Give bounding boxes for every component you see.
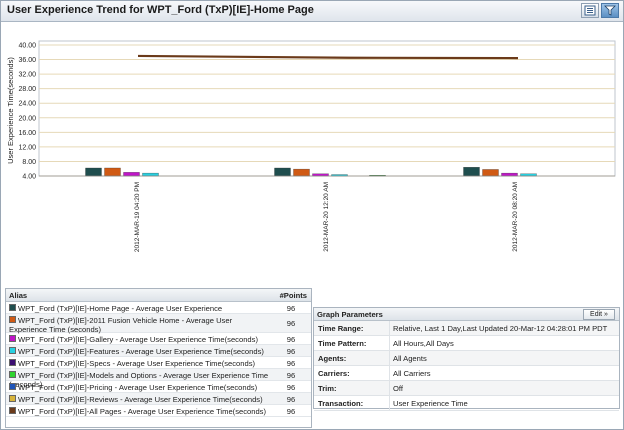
y-tick-label: 24.00 [18,101,36,108]
column-divider [389,351,390,365]
x-tick-label: 2012-MAR-20 12:20 AM [323,182,330,252]
points-value: 96 [286,383,296,392]
column-divider [389,336,390,350]
alias-column-header: Alias [9,291,28,300]
filter-icon [604,5,616,16]
plot-area [38,40,616,177]
parameter-key: Time Pattern: [318,339,367,348]
alias-table: Alias #Points WPT_Ford (TxP)[IE]-Home Pa… [5,288,312,428]
bar [463,167,480,177]
alias-label: WPT_Ford (TxP)[IE]-2011 Fusion Vehicle H… [9,315,233,334]
filter-button[interactable] [601,3,619,18]
bar [293,168,310,177]
y-tick-label: 12.00 [18,144,36,151]
bar [274,167,291,177]
x-tick-label: 2012-MAR-20 08:20 AM [512,182,519,252]
parameter-key: Trim: [318,384,337,393]
bar [482,169,499,177]
points-value: 96 [286,359,296,368]
parameter-row: Transaction: User Experience Time [314,396,619,411]
y-tick-label: 32.00 [18,72,36,79]
parameter-key: Agents: [318,354,347,363]
points-value: 96 [286,395,296,404]
graph-parameters-panel: Graph Parameters Edit » Time Range: Relat… [313,307,620,411]
parameter-key: Transaction: [318,399,364,408]
parameter-value: Relative, Last 1 Day,Last Updated 20-Mar… [393,324,608,333]
bar [142,172,159,177]
alias-row[interactable]: WPT_Ford (TxP)[IE]-Pricing - Average Use… [6,381,311,393]
report-window: User Experience Trend for WPT_Ford (TxP)… [0,0,624,430]
parameter-row: Time Range: Relative, Last 1 Day,Last Upd… [314,321,619,336]
points-value: 96 [286,407,296,416]
parameter-row: Agents: All Agents [314,351,619,366]
points-value: 96 [286,335,296,344]
points-value: 96 [286,371,296,380]
graph-parameters-header: Graph Parameters Edit » [314,308,619,321]
points-value: 96 [286,347,296,356]
y-tick-label: 28.00 [18,86,36,93]
parameter-value: Off [393,384,403,393]
bar [104,167,121,177]
y-tick-label: 40.00 [18,43,36,50]
y-tick-label: 20.00 [18,115,36,122]
trend-chart: 40.00 36.00 32.00 28.00 24.00 20.00 16.00 12.00… [6,40,616,252]
column-divider [389,321,390,335]
y-tick-label: 4.00 [22,174,36,181]
list-icon [584,5,596,16]
alias-row[interactable]: WPT_Ford (TxP)[IE]-Reviews - Average Use… [6,393,311,405]
bar [501,172,518,177]
window-title: User Experience Trend for WPT_Ford (TxP)… [7,4,314,16]
alias-label: WPT_Ford (TxP)[IE]-Specs - Average User … [18,358,256,368]
list-view-button[interactable] [581,3,599,18]
bar [85,167,102,177]
alias-label: WPT_Ford (TxP)[IE]-Features - Average Us… [18,346,264,356]
alias-row[interactable]: WPT_Ford (TxP)[IE]-Features - Average Us… [6,345,311,357]
parameter-value: All Agents [393,354,427,363]
parameter-key: Time Range: [318,324,364,333]
alias-row[interactable]: WPT_Ford (TxP)[IE]-Models and Options - … [6,369,311,389]
x-tick-label: 2012-MAR-19 04:20 PM [134,182,141,252]
alias-label: WPT_Ford (TxP)[IE]-Pricing - Average Use… [18,382,258,392]
parameter-row: Carriers: All Carriers [314,366,619,381]
y-axis-label: User Experience Time(seconds) [6,57,15,164]
parameter-value: All Carriers [393,369,431,378]
alias-table-header: Alias #Points [6,289,311,302]
column-divider [389,366,390,380]
bar [123,172,140,177]
points-value: 96 [286,319,296,328]
alias-row[interactable]: WPT_Ford (TxP)[IE]-Gallery - Average Use… [6,333,311,345]
parameter-value: All Hours,All Days [393,339,454,348]
edit-button[interactable]: Edit » [583,309,615,320]
graph-parameters-title: Graph Parameters [317,310,383,319]
title-bar: User Experience Trend for WPT_Ford (TxP)… [1,1,623,22]
column-divider [389,381,390,395]
parameter-value: User Experience Time [393,399,468,408]
alias-label: WPT_Ford (TxP)[IE]-Reviews - Average Use… [18,394,263,404]
y-tick-label: 36.00 [18,57,36,64]
alias-label: WPT_Ford (TxP)[IE]-Gallery - Average Use… [18,334,258,344]
y-tick-label: 16.00 [18,130,36,137]
points-column-header: #Points [279,291,307,300]
alias-label: WPT_Ford (TxP)[IE]-All Pages - Average U… [18,406,267,416]
parameter-key: Carriers: [318,369,350,378]
column-divider [389,396,390,410]
alias-row[interactable]: WPT_Ford (TxP)[IE]-Specs - Average User … [6,357,311,369]
alias-row[interactable]: WPT_Ford (TxP)[IE]-Home Page - Average U… [6,302,311,322]
parameter-row: Time Pattern: All Hours,All Days [314,336,619,351]
points-value: 96 [286,304,296,313]
alias-row[interactable]: WPT_Ford (TxP)[IE]-2011 Fusion Vehicle H… [6,314,311,334]
y-tick-label: 8.00 [22,159,36,166]
parameter-row: Trim: Off [314,381,619,396]
alias-row[interactable]: WPT_Ford (TxP)[IE]-All Pages - Average U… [6,405,311,417]
